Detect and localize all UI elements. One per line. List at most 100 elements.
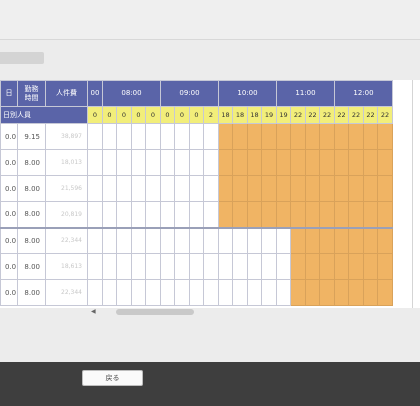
time-slot-cell[interactable]: [363, 227, 378, 254]
time-slot-cell[interactable]: [232, 175, 248, 202]
time-slot-cell[interactable]: [87, 227, 103, 254]
time-slot-cell[interactable]: [261, 253, 277, 280]
time-slot-cell[interactable]: [174, 253, 190, 280]
horizontal-scrollbar[interactable]: ◀: [88, 307, 420, 317]
time-slot-cell[interactable]: [290, 149, 306, 176]
time-slot-cell[interactable]: [276, 253, 291, 280]
time-slot-cell[interactable]: [261, 123, 277, 150]
time-slot-cell[interactable]: [189, 201, 204, 229]
time-slot-cell[interactable]: [319, 227, 335, 254]
time-slot-cell[interactable]: [218, 279, 233, 306]
time-slot-cell[interactable]: [203, 279, 219, 306]
time-slot-cell[interactable]: [290, 253, 306, 280]
time-slot-cell[interactable]: [116, 175, 132, 202]
employee-row[interactable]: 0.0 8.00 20,819: [0, 201, 393, 229]
time-slot-cell[interactable]: [160, 253, 175, 280]
time-slot-cell[interactable]: [377, 175, 393, 202]
time-slot-cell[interactable]: [145, 253, 161, 280]
employee-row[interactable]: 0.0 8.00 22,344: [0, 227, 393, 254]
time-slot-cell[interactable]: [290, 279, 306, 306]
time-slot-cell[interactable]: [203, 149, 219, 176]
time-slot-cell[interactable]: [102, 279, 117, 306]
time-slot-cell[interactable]: [174, 201, 190, 229]
time-slot-cell[interactable]: [276, 149, 291, 176]
time-slot-cell[interactable]: [218, 201, 233, 229]
time-slot-cell[interactable]: [102, 123, 117, 150]
time-slot-cell[interactable]: [247, 175, 262, 202]
time-slot-cell[interactable]: [305, 227, 320, 254]
time-slot-cell[interactable]: [131, 201, 146, 229]
time-slot-cell[interactable]: [232, 279, 248, 306]
time-slot-cell[interactable]: [174, 123, 190, 150]
time-slot-cell[interactable]: [377, 253, 393, 280]
time-slot-cell[interactable]: [261, 149, 277, 176]
time-slot-cell[interactable]: [377, 149, 393, 176]
time-slot-cell[interactable]: [189, 253, 204, 280]
time-slot-cell[interactable]: [189, 227, 204, 254]
time-slot-cell[interactable]: [145, 149, 161, 176]
time-slot-cell[interactable]: [131, 227, 146, 254]
time-slot-cell[interactable]: [261, 227, 277, 254]
time-slot-cell[interactable]: [160, 123, 175, 150]
time-slot-cell[interactable]: [363, 253, 378, 280]
filter-pill[interactable]: [0, 52, 44, 64]
time-slot-cell[interactable]: [218, 253, 233, 280]
time-slot-cell[interactable]: [131, 123, 146, 150]
time-slot-cell[interactable]: [261, 279, 277, 306]
time-slot-cell[interactable]: [218, 175, 233, 202]
time-slot-cell[interactable]: [290, 227, 306, 254]
time-slot-cell[interactable]: [160, 149, 175, 176]
time-slot-cell[interactable]: [261, 175, 277, 202]
time-slot-cell[interactable]: [131, 175, 146, 202]
time-slot-cell[interactable]: [160, 227, 175, 254]
time-slot-cell[interactable]: [232, 149, 248, 176]
time-slot-cell[interactable]: [276, 227, 291, 254]
time-slot-cell[interactable]: [116, 123, 132, 150]
time-slot-cell[interactable]: [145, 227, 161, 254]
caret-left-icon[interactable]: ◀: [91, 307, 96, 317]
time-slot-cell[interactable]: [290, 123, 306, 150]
time-slot-cell[interactable]: [203, 123, 219, 150]
time-slot-cell[interactable]: [102, 175, 117, 202]
time-slot-cell[interactable]: [319, 175, 335, 202]
time-slot-cell[interactable]: [203, 253, 219, 280]
time-slot-cell[interactable]: [174, 149, 190, 176]
time-slot-cell[interactable]: [377, 123, 393, 150]
time-slot-cell[interactable]: [102, 201, 117, 229]
time-slot-cell[interactable]: [319, 279, 335, 306]
time-slot-cell[interactable]: [363, 201, 378, 229]
time-slot-cell[interactable]: [305, 123, 320, 150]
time-slot-cell[interactable]: [87, 149, 103, 176]
time-slot-cell[interactable]: [334, 149, 349, 176]
time-slot-cell[interactable]: [145, 175, 161, 202]
employee-row[interactable]: 0.0 9.15 38,897: [0, 123, 393, 150]
time-slot-cell[interactable]: [160, 201, 175, 229]
time-slot-cell[interactable]: [189, 279, 204, 306]
time-slot-cell[interactable]: [87, 175, 103, 202]
time-slot-cell[interactable]: [189, 175, 204, 202]
time-slot-cell[interactable]: [116, 253, 132, 280]
time-slot-cell[interactable]: [174, 175, 190, 202]
time-slot-cell[interactable]: [232, 253, 248, 280]
time-slot-cell[interactable]: [174, 227, 190, 254]
time-slot-cell[interactable]: [203, 175, 219, 202]
time-slot-cell[interactable]: [334, 201, 349, 229]
time-slot-cell[interactable]: [189, 149, 204, 176]
back-button[interactable]: 戻る: [82, 370, 143, 386]
time-slot-cell[interactable]: [319, 201, 335, 229]
time-slot-cell[interactable]: [131, 253, 146, 280]
time-slot-cell[interactable]: [334, 123, 349, 150]
time-slot-cell[interactable]: [305, 279, 320, 306]
time-slot-cell[interactable]: [247, 227, 262, 254]
time-slot-cell[interactable]: [116, 279, 132, 306]
time-slot-cell[interactable]: [87, 123, 103, 150]
time-slot-cell[interactable]: [102, 149, 117, 176]
time-slot-cell[interactable]: [305, 201, 320, 229]
time-slot-cell[interactable]: [319, 253, 335, 280]
time-slot-cell[interactable]: [319, 123, 335, 150]
time-slot-cell[interactable]: [276, 123, 291, 150]
time-slot-cell[interactable]: [377, 227, 393, 254]
time-slot-cell[interactable]: [87, 201, 103, 229]
time-slot-cell[interactable]: [348, 149, 364, 176]
time-slot-cell[interactable]: [363, 123, 378, 150]
